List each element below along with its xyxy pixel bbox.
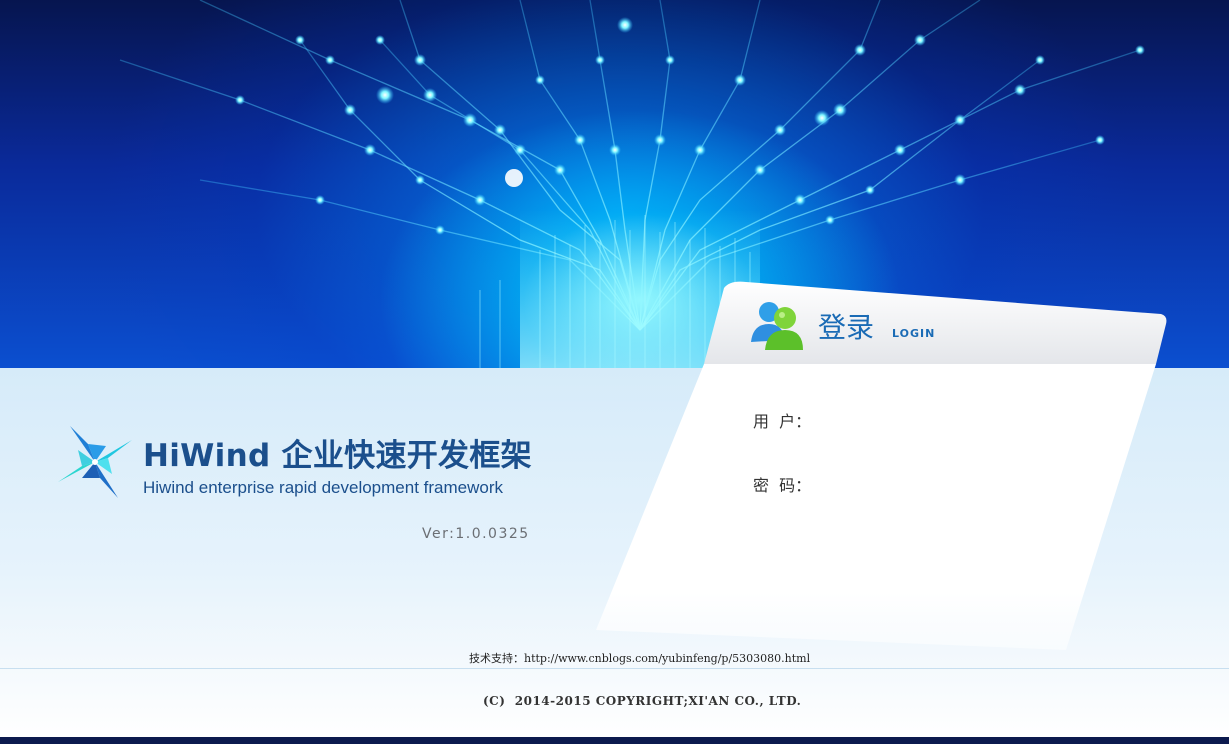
- pinwheel-logo-icon: [58, 426, 132, 498]
- login-title: 登录: [818, 311, 875, 344]
- support-link[interactable]: http://www.cnblogs.com/yubinfeng/p/53030…: [524, 652, 810, 665]
- username-input[interactable]: [828, 405, 1032, 433]
- bottom-bar: [0, 737, 1229, 744]
- username-label: 用 户：: [753, 412, 812, 431]
- brand-subtitle: Hiwind enterprise rapid development fram…: [143, 478, 503, 497]
- users-icon: [751, 302, 803, 350]
- support-label: 技术支持：: [469, 652, 524, 665]
- tech-support: 技术支持：http://www.cnblogs.com/yubinfeng/p/…: [469, 650, 810, 666]
- password-label: 密 码：: [753, 476, 812, 495]
- password-input[interactable]: [828, 469, 1032, 497]
- copyright-text: (C) 2014-2015 COPYRIGHT;XI'AN CO., LTD.: [483, 694, 802, 708]
- version-label: Ver:1.0.0325: [422, 526, 530, 542]
- login-subtitle: LOGIN: [892, 327, 936, 340]
- brand-title: HiWind 企业快速开发框架: [143, 438, 532, 474]
- brand-block: HiWind 企业快速开发框架 Hiwind enterprise rapid …: [56, 424, 576, 504]
